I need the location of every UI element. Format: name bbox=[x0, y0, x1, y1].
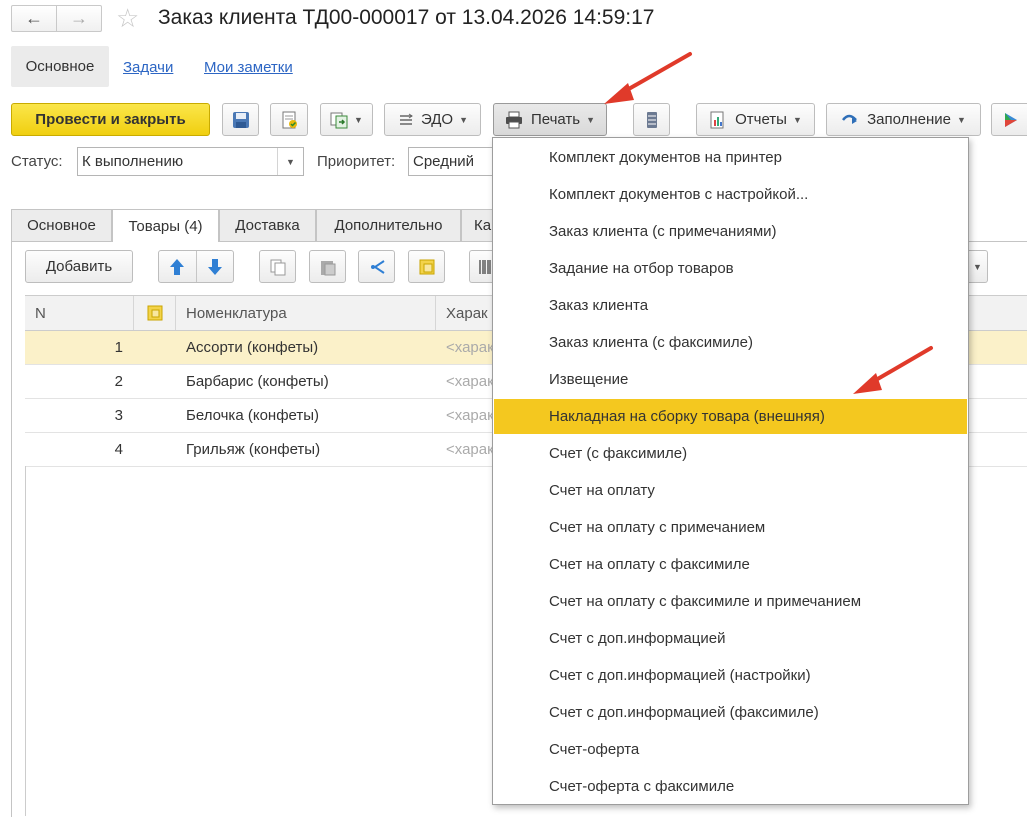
paste-icon bbox=[320, 260, 335, 275]
history-nav: ← → bbox=[11, 5, 102, 32]
print-menu-item[interactable]: Задание на отбор товаров bbox=[494, 251, 967, 286]
row-nomenclature: Грильяж (конфеты) bbox=[186, 441, 321, 458]
play-colored-icon bbox=[1005, 112, 1017, 127]
section-notes-link[interactable]: Мои заметки bbox=[204, 59, 293, 76]
move-down-button[interactable] bbox=[197, 251, 234, 282]
print-menu-item[interactable]: Счет с доп.информацией bbox=[494, 621, 967, 656]
print-menu-item[interactable]: Счет на оплату с факсимиле bbox=[494, 547, 967, 582]
print-menu-item[interactable]: Счет (с факсимиле) bbox=[494, 436, 967, 471]
row-nomenclature: Ассорти (конфеты) bbox=[186, 339, 319, 356]
arrow-down-icon bbox=[207, 258, 222, 275]
printer-icon bbox=[505, 111, 522, 128]
reports-button[interactable]: Отчеты ▼ bbox=[696, 103, 815, 136]
goods-icon bbox=[419, 259, 434, 274]
column-header-goods-icon[interactable] bbox=[134, 296, 176, 330]
print-menu-item[interactable]: Заказ клиента bbox=[494, 288, 967, 323]
move-buttons bbox=[158, 250, 234, 283]
chevron-down-icon: ▼ bbox=[973, 261, 982, 272]
edo-button[interactable]: ЭДО ▼ bbox=[384, 103, 481, 136]
column-header-nomenclature[interactable]: Номенклатура bbox=[176, 296, 436, 330]
print-label: Печать bbox=[530, 111, 581, 128]
print-menu-item[interactable]: Счет на оплату с примечанием bbox=[494, 510, 967, 545]
row-number: 4 bbox=[114, 441, 123, 458]
edo-icon bbox=[399, 113, 413, 125]
print-menu: Комплект документов на принтер Комплект … bbox=[492, 137, 969, 805]
annotation-arrow-icon bbox=[853, 346, 933, 394]
print-menu-item[interactable]: Счет-оферта bbox=[494, 732, 967, 767]
floppy-disk-icon bbox=[232, 111, 249, 128]
arrow-up-icon bbox=[170, 258, 185, 275]
create-based-icon bbox=[330, 112, 348, 128]
document-post-icon bbox=[282, 111, 297, 128]
arrow-left-icon[interactable]: ← bbox=[12, 6, 56, 31]
print-menu-item[interactable]: Комплект документов на принтер bbox=[494, 140, 967, 175]
section-tasks-link[interactable]: Задачи bbox=[123, 59, 173, 76]
tab-additional[interactable]: Дополнительно bbox=[316, 209, 461, 241]
print-menu-item[interactable]: Счет-оферта с факсимиле bbox=[494, 769, 967, 804]
status-value: К выполнению bbox=[82, 153, 184, 170]
print-menu-item[interactable]: Счет с доп.информацией (факсимиле) bbox=[494, 695, 967, 730]
print-menu-item[interactable]: Заказ клиента (с примечаниями) bbox=[494, 214, 967, 249]
split-icon bbox=[370, 259, 385, 274]
stack-icon bbox=[646, 111, 657, 128]
row-number: 1 bbox=[114, 339, 123, 356]
reports-icon bbox=[710, 111, 724, 128]
priority-select[interactable]: Средний bbox=[408, 147, 498, 176]
print-menu-item[interactable]: Счет на оплату с факсимиле и примечанием bbox=[494, 584, 967, 619]
tab-delivery[interactable]: Доставка bbox=[219, 209, 316, 241]
page-title: Заказ клиента ТД00-000017 от 13.04.2026 … bbox=[158, 6, 655, 29]
split-button[interactable] bbox=[358, 250, 395, 283]
status-select[interactable]: К выполнению ▼ bbox=[77, 147, 304, 176]
reports-label: Отчеты bbox=[735, 111, 787, 128]
post-document-button[interactable] bbox=[270, 103, 308, 136]
paste-button[interactable] bbox=[309, 250, 346, 283]
create-based-on-button[interactable]: ▼ bbox=[320, 103, 373, 136]
copy-icon bbox=[270, 259, 285, 275]
print-menu-item-highlighted[interactable]: Накладная на сборку товара (внешняя) bbox=[494, 399, 967, 434]
post-and-close-button[interactable]: Провести и закрыть bbox=[11, 103, 210, 136]
add-row-button[interactable]: Добавить bbox=[25, 250, 133, 283]
annotation-arrow-icon bbox=[604, 52, 692, 104]
print-menu-item[interactable]: Счет с доп.информацией (настройки) bbox=[494, 658, 967, 693]
edo-label: ЭДО bbox=[420, 111, 454, 128]
chevron-down-icon[interactable]: ▼ bbox=[277, 148, 303, 175]
more-actions-button[interactable]: ▼ bbox=[968, 250, 988, 283]
print-menu-item[interactable]: Комплект документов с настройкой... bbox=[494, 177, 967, 212]
table-border bbox=[25, 466, 26, 816]
save-button[interactable] bbox=[222, 103, 259, 136]
star-icon[interactable]: ☆ bbox=[116, 4, 139, 32]
section-main[interactable]: Основное bbox=[11, 46, 109, 87]
copy-row-button[interactable] bbox=[259, 250, 296, 283]
goods-icon bbox=[147, 305, 162, 321]
fill-arrow-icon bbox=[842, 114, 858, 124]
select-goods-button[interactable] bbox=[408, 250, 445, 283]
chevron-down-icon: ▼ bbox=[459, 114, 469, 125]
priority-value: Средний bbox=[413, 153, 474, 170]
tab-main[interactable]: Основное bbox=[11, 209, 112, 241]
fill-button[interactable]: Заполнение ▼ bbox=[826, 103, 981, 136]
arrow-right-icon[interactable]: → bbox=[56, 6, 101, 31]
row-nomenclature: Белочка (конфеты) bbox=[186, 407, 320, 424]
move-up-button[interactable] bbox=[159, 251, 197, 282]
chevron-down-icon: ▼ bbox=[792, 114, 802, 125]
chevron-down-icon: ▼ bbox=[354, 114, 363, 125]
barcode-icon bbox=[478, 259, 491, 274]
status-label: Статус: bbox=[11, 153, 63, 170]
fill-label: Заполнение bbox=[867, 111, 951, 128]
chevron-down-icon: ▼ bbox=[586, 114, 596, 125]
priority-label: Приоритет: bbox=[317, 153, 396, 170]
extra-command-button[interactable] bbox=[991, 103, 1027, 136]
tab-goods[interactable]: Товары (4) bbox=[112, 209, 219, 242]
print-menu-item[interactable]: Счет на оплату bbox=[494, 473, 967, 508]
column-header-n[interactable]: N bbox=[25, 296, 134, 330]
row-nomenclature: Барбарис (конфеты) bbox=[186, 373, 329, 390]
row-number: 2 bbox=[114, 373, 123, 390]
chevron-down-icon: ▼ bbox=[957, 114, 966, 125]
row-number: 3 bbox=[114, 407, 123, 424]
